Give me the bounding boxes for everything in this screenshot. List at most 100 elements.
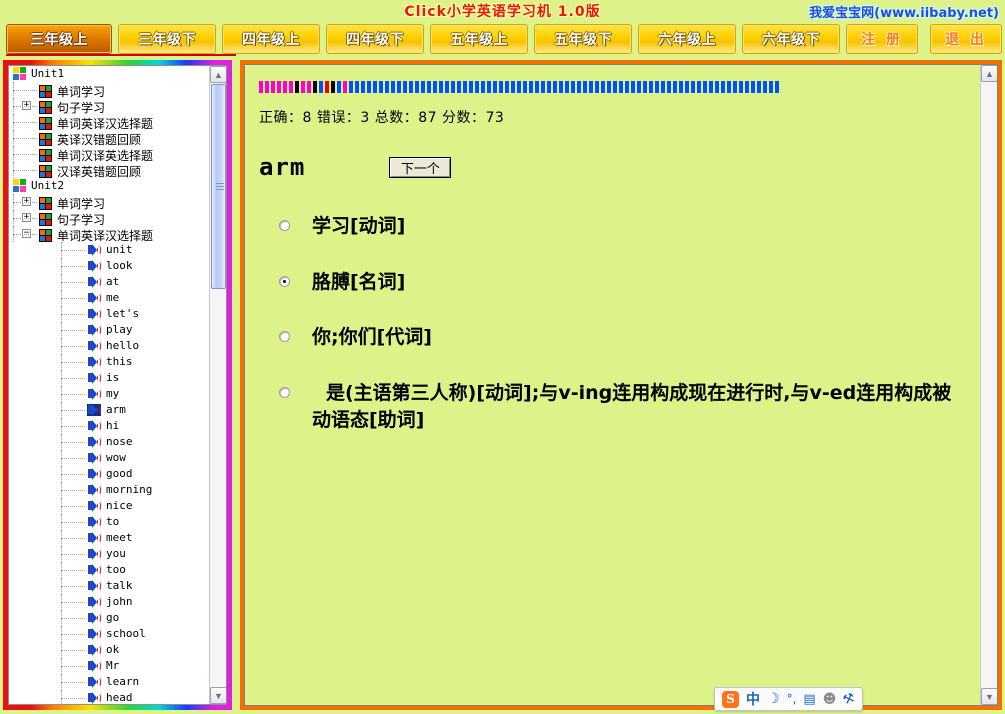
tree-word-item[interactable]: nose <box>9 434 209 450</box>
keyboard-icon[interactable]: ▤ <box>803 690 815 708</box>
tree-word-item[interactable]: learn <box>9 674 209 690</box>
tree-word-item[interactable]: you <box>9 546 209 562</box>
tree-word-item[interactable]: john <box>9 594 209 610</box>
tab-grade-3[interactable]: 四年级下 <box>326 24 424 54</box>
lesson-tree-list[interactable]: Unit1 单词学习 + 句子学习 单词英译汉选择题 英译汉错题回顾 单词汉译英选择题 汉译英… <box>9 66 209 704</box>
tree-scroll-up-button[interactable]: ▲ <box>210 66 226 83</box>
ime-language-mode-icon[interactable]: 中 <box>746 690 760 708</box>
speaker-icon[interactable] <box>87 627 101 640</box>
tree-group-item[interactable]: 单词学习 <box>9 82 209 99</box>
speaker-icon[interactable] <box>87 307 101 320</box>
speaker-icon[interactable] <box>87 371 101 384</box>
speaker-icon[interactable] <box>87 387 101 400</box>
tree-word-item[interactable]: let's <box>9 306 209 322</box>
speaker-icon[interactable] <box>87 291 101 304</box>
speaker-icon[interactable] <box>87 483 101 496</box>
quiz-option[interactable]: 是(主语第三人称)[动词];与v-ing连用构成现在进行时,与v-ed连用构成被… <box>259 380 966 435</box>
speaker-icon[interactable] <box>87 259 101 272</box>
tree-scroll-thumb[interactable] <box>211 84 226 289</box>
tree-word-item[interactable]: wow <box>9 450 209 466</box>
user-icon[interactable]: ☻ <box>823 690 837 708</box>
radio-button[interactable] <box>279 331 290 343</box>
speaker-icon[interactable] <box>87 595 101 608</box>
site-link[interactable]: 我爱宝宝网(www.iibaby.net) <box>809 2 999 21</box>
punctuation-mode-icon[interactable]: °, <box>787 690 797 708</box>
tree-word-item[interactable]: hi <box>9 418 209 434</box>
tree-word-item[interactable]: arm <box>9 402 209 418</box>
quiz-vertical-scrollbar[interactable]: ▲ ▼ <box>980 65 997 705</box>
tab-grade-6[interactable]: 六年级上 <box>638 24 736 54</box>
tree-word-item[interactable]: good <box>9 466 209 482</box>
speaker-icon[interactable] <box>87 323 101 336</box>
tree-group-item[interactable]: 汉译英错题回顾 <box>9 162 209 179</box>
speaker-icon[interactable] <box>87 243 101 256</box>
tree-word-item[interactable]: go <box>9 610 209 626</box>
tab-grade-0[interactable]: 三年级上 <box>6 24 112 54</box>
tree-group-item[interactable]: + 单词学习 <box>9 194 209 211</box>
speaker-icon[interactable] <box>87 435 101 448</box>
tree-unit-item[interactable]: Unit1 <box>9 66 209 82</box>
quiz-option-label[interactable]: 是(主语第三人称)[动词];与v-ing连用构成现在进行时,与v-ed连用构成被… <box>312 380 966 435</box>
speaker-icon[interactable] <box>87 643 101 656</box>
tab-grade-5[interactable]: 五年级下 <box>534 24 632 54</box>
tree-word-item[interactable]: ok <box>9 642 209 658</box>
speaker-icon[interactable] <box>87 691 101 704</box>
tree-word-item[interactable]: too <box>9 562 209 578</box>
tree-word-item[interactable]: talk <box>9 578 209 594</box>
tree-group-item[interactable]: + 句子学习 <box>9 210 209 227</box>
tab-grade-1[interactable]: 三年级下 <box>118 24 216 54</box>
tree-group-item[interactable]: 英译汉错题回顾 <box>9 130 209 147</box>
speaker-icon[interactable] <box>87 611 101 624</box>
speaker-icon[interactable] <box>87 419 101 432</box>
tree-word-item[interactable]: unit <box>9 242 209 258</box>
tree-scroll-down-button[interactable]: ▼ <box>210 687 226 704</box>
sogou-logo-icon[interactable]: S <box>722 690 739 708</box>
speaker-icon[interactable] <box>87 355 101 368</box>
tree-word-item[interactable]: this <box>9 354 209 370</box>
tab-grade-7[interactable]: 六年级下 <box>742 24 840 54</box>
speaker-icon[interactable] <box>87 499 101 512</box>
tree-word-item[interactable]: hello <box>9 338 209 354</box>
quiz-option[interactable]: 学习[动词] <box>259 213 966 241</box>
quiz-option[interactable]: 胳膊[名词] <box>259 269 966 297</box>
speaker-icon[interactable] <box>87 275 101 288</box>
speaker-icon[interactable] <box>87 403 101 416</box>
speaker-icon[interactable] <box>87 467 101 480</box>
tree-word-item[interactable]: look <box>9 258 209 274</box>
tree-word-item[interactable]: at <box>9 274 209 290</box>
tab-grade-4[interactable]: 五年级上 <box>430 24 528 54</box>
quiz-option-label[interactable]: 胳膊[名词] <box>312 269 405 297</box>
speaker-icon[interactable] <box>87 547 101 560</box>
tab-action-9[interactable]: 退 出 <box>930 24 1002 54</box>
tree-word-item[interactable]: nice <box>9 498 209 514</box>
tree-group-item[interactable]: 单词汉译英选择题 <box>9 146 209 163</box>
quiz-scroll-down-button[interactable]: ▼ <box>981 688 997 705</box>
tree-vertical-scrollbar[interactable]: ▲ ▼ <box>209 66 226 704</box>
tree-word-item[interactable]: meet <box>9 530 209 546</box>
moon-icon[interactable]: ☽ <box>767 690 780 708</box>
tree-word-item[interactable]: morning <box>9 482 209 498</box>
tree-word-item[interactable]: Mr <box>9 658 209 674</box>
tree-unit-item[interactable]: Unit2 <box>9 178 209 194</box>
radio-button[interactable] <box>279 386 290 398</box>
quiz-option-label[interactable]: 学习[动词] <box>312 213 405 241</box>
quiz-option-label[interactable]: 你;你们[代词] <box>312 324 432 352</box>
ime-toolbar[interactable]: S 中 ☽ °, ▤ ☻ ⚒ <box>714 687 863 711</box>
radio-button[interactable] <box>279 220 290 231</box>
speaker-icon[interactable] <box>87 339 101 352</box>
quiz-option[interactable]: 你;你们[代词] <box>259 324 966 352</box>
tree-word-item[interactable]: me <box>9 290 209 306</box>
radio-button[interactable] <box>279 275 290 287</box>
tab-grade-2[interactable]: 四年级上 <box>222 24 320 54</box>
tree-word-item[interactable]: play <box>9 322 209 338</box>
tree-word-item[interactable]: is <box>9 370 209 386</box>
next-question-button[interactable]: 下一个 <box>389 156 452 178</box>
speaker-icon[interactable] <box>87 531 101 544</box>
tree-word-item[interactable]: to <box>9 514 209 530</box>
tree-group-item[interactable]: + 句子学习 <box>9 98 209 115</box>
tree-word-item[interactable]: my <box>9 386 209 402</box>
speaker-icon[interactable] <box>87 451 101 464</box>
tree-word-item[interactable]: school <box>9 626 209 642</box>
tree-group-item[interactable]: − 单词英译汉选择题 <box>9 226 209 243</box>
tab-action-8[interactable]: 注 册 <box>846 24 918 54</box>
